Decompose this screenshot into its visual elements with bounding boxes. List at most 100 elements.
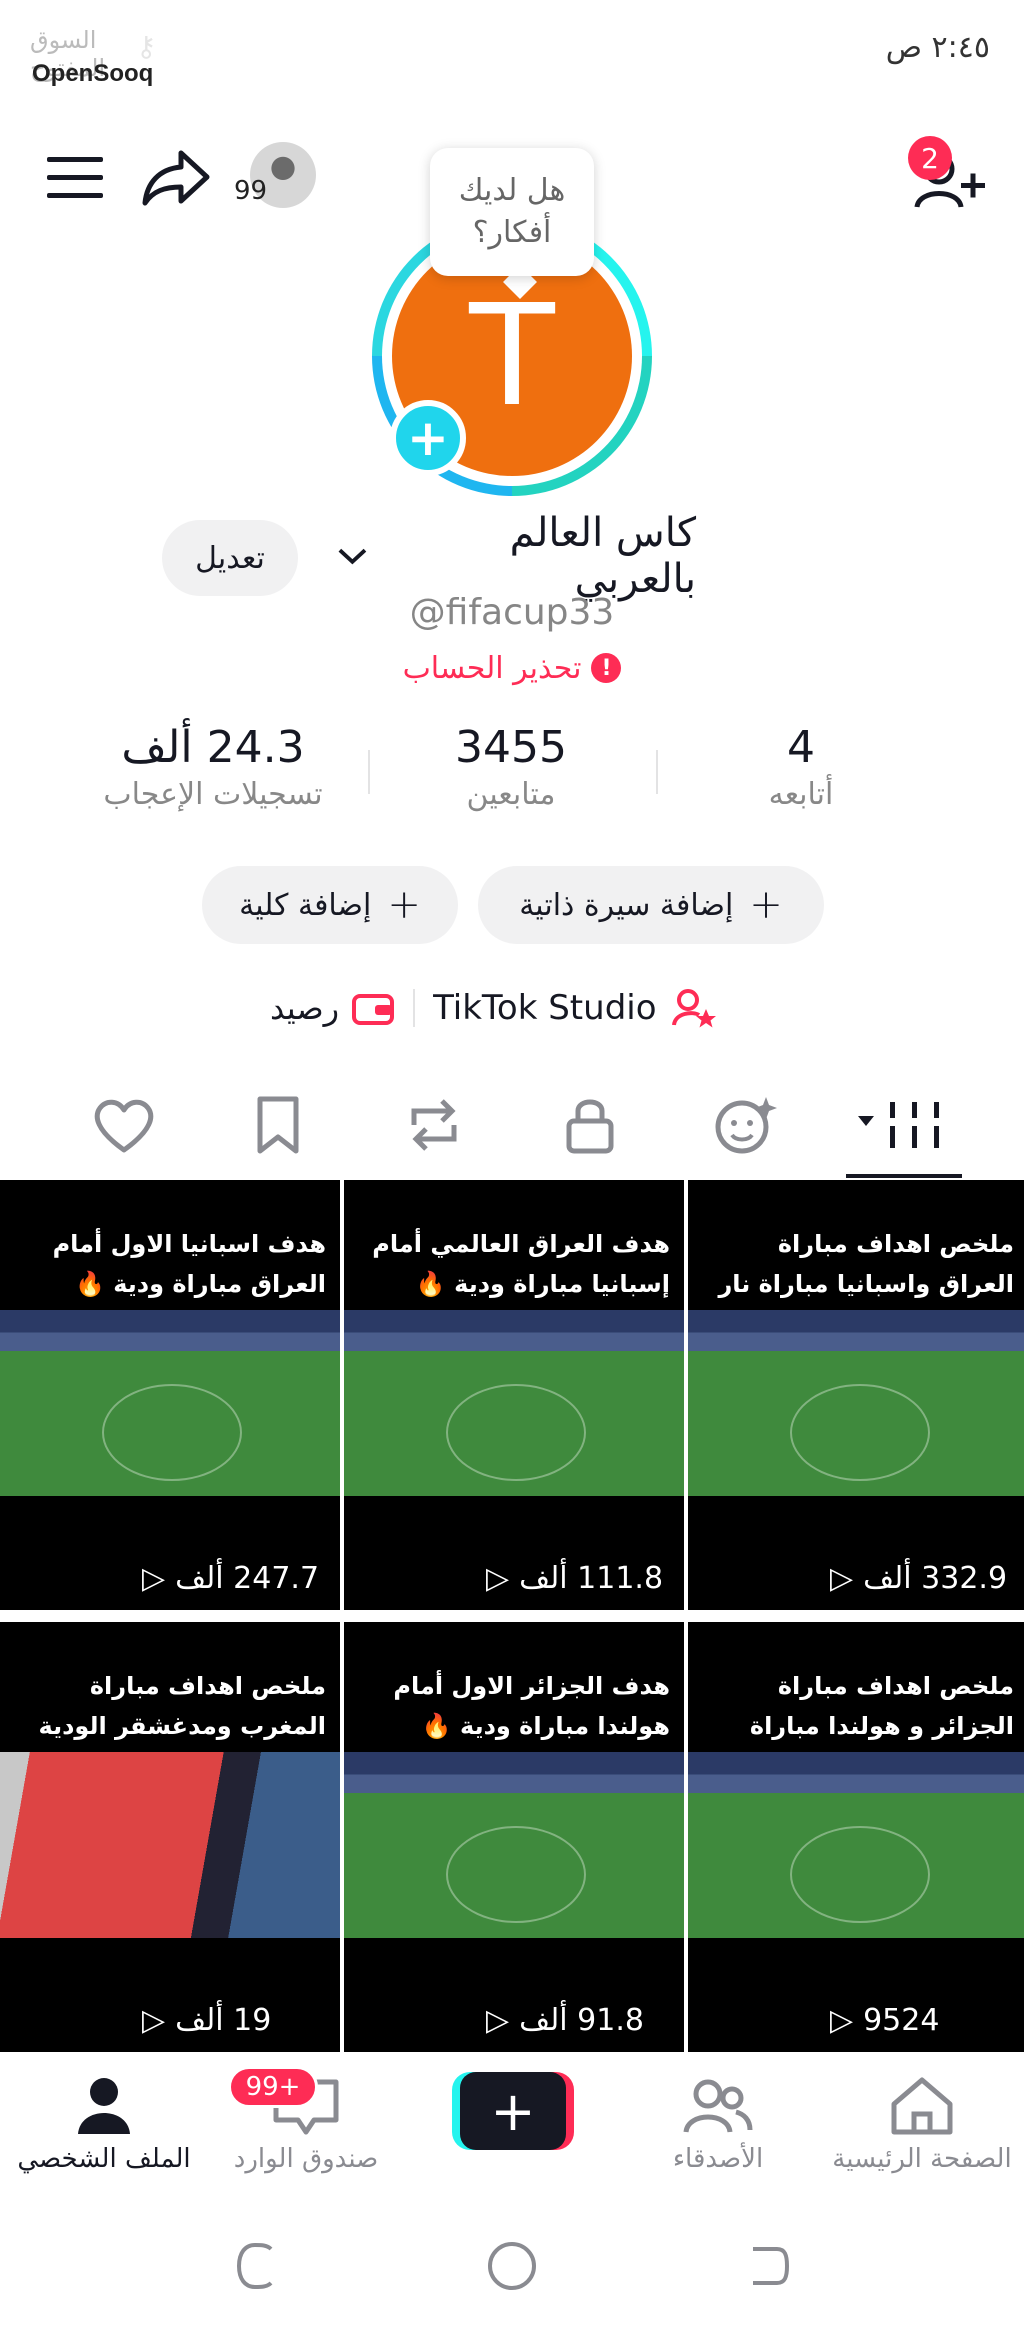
- notification-badge: 2: [908, 136, 952, 180]
- video-tile[interactable]: ملخص اهداف مباراة العراق واسبانيا مباراة…: [688, 1180, 1024, 1610]
- likes-label: تسجيلات الإعجاب: [103, 777, 323, 812]
- following-count: 4: [787, 722, 815, 773]
- stat-divider: [368, 750, 370, 794]
- tab-ai-self[interactable]: [706, 1090, 786, 1160]
- nav-profile-label: الملف الشخصي: [17, 2144, 191, 2174]
- add-bio-button[interactable]: + إضافة سيرة ذاتية: [478, 866, 824, 944]
- warning-icon: !: [591, 653, 622, 683]
- play-icon: ▷: [486, 1561, 510, 1596]
- circle-icon: [488, 2242, 536, 2290]
- nav-friends[interactable]: الأصدقاء: [618, 2076, 818, 2174]
- friends-icon: [683, 2079, 753, 2133]
- tiktok-studio-button[interactable]: TikTok Studio: [433, 987, 716, 1029]
- share-profile-button[interactable]: [138, 142, 214, 212]
- repost-icon: [411, 1099, 457, 1151]
- account-switcher[interactable]: كاس العالم بالعربي: [336, 510, 696, 602]
- watermark-brand: OpenSooq: [32, 60, 154, 87]
- play-icon: ▷: [830, 2003, 854, 2038]
- wallet-icon: [352, 994, 395, 1025]
- following-label: أتابعه: [768, 777, 834, 812]
- video-thumbnail: [0, 1752, 340, 1938]
- video-thumbnail: [688, 1752, 1024, 1938]
- profile-icon: [78, 2078, 130, 2134]
- plus-icon: +: [460, 2072, 566, 2150]
- play-icon: ▷: [142, 1561, 166, 1596]
- video-tile[interactable]: ملخص اهداف مباراة الجزائر و هولندا مبارا…: [688, 1622, 1024, 2052]
- view-count-value: 111.8 ألف: [519, 1561, 664, 1596]
- view-count-value: 332.9 ألف: [863, 1561, 1008, 1596]
- tab-videos[interactable]: [842, 1090, 966, 1160]
- plus-icon: +: [749, 882, 783, 928]
- video-title: ملخص اهداف مباراة المغرب ومدغشقر الودية: [38, 1672, 326, 1740]
- menu-button[interactable]: [40, 150, 110, 206]
- studio-row: رصيد TikTok Studio: [270, 980, 760, 1036]
- video-thumbnail: [688, 1310, 1024, 1496]
- edit-profile-button[interactable]: تعديل: [162, 520, 298, 596]
- home-system-button[interactable]: [482, 2236, 542, 2296]
- warning-text: تحذير الحساب: [402, 650, 582, 686]
- watermark: السوق المفتوح OpenSooq: [24, 22, 174, 94]
- view-count-value: 19 ألف: [175, 2003, 272, 2038]
- grid-columns-icon: [858, 1102, 939, 1148]
- home-icon: [891, 2077, 953, 2135]
- add-story-button[interactable]: +: [390, 400, 466, 476]
- chevron-down-icon: [338, 548, 367, 565]
- tab-liked[interactable]: [84, 1090, 164, 1160]
- tab-private[interactable]: [550, 1090, 630, 1160]
- video-thumbnail: [0, 1310, 340, 1496]
- video-tile[interactable]: هدف العراق العالمي أمام إسبانيا مباراة و…: [344, 1180, 684, 1610]
- video-tile[interactable]: هدف الجزائر الاول أمام هولندا مباراة ودي…: [344, 1622, 684, 2052]
- likes-stat[interactable]: 24.3 ألف تسجيلات الإعجاب: [98, 722, 328, 812]
- view-count-value: 247.7 ألف: [175, 1561, 320, 1596]
- balance-label: رصيد: [270, 989, 340, 1027]
- video-title: هدف العراق العالمي أمام إسبانيا مباراة و…: [372, 1230, 670, 1298]
- profile-handle: @fifacup33: [409, 592, 615, 633]
- add-college-button[interactable]: + إضافة كلية: [202, 866, 458, 944]
- video-thumbnail: [344, 1310, 684, 1496]
- followers-stat[interactable]: 3455 متابعين: [396, 722, 626, 812]
- view-count: ▷ 247.7 ألف: [142, 1561, 319, 1596]
- video-thumbnail: [344, 1752, 684, 1938]
- hamburger-icon: [47, 157, 103, 198]
- active-tab-indicator: [846, 1174, 962, 1178]
- view-count: ▷ 91.8 ألف: [486, 2003, 644, 2038]
- video-tile[interactable]: ملخص اهداف مباراة المغرب ومدغشقر الودية …: [0, 1622, 340, 2052]
- creator-star-icon: [671, 989, 716, 1028]
- share-arrow-icon: [142, 150, 210, 206]
- view-count: ▷ 9524: [830, 2003, 939, 2038]
- visitor-count: 99: [234, 176, 268, 206]
- add-college-label: إضافة كلية: [239, 887, 372, 923]
- video-tile[interactable]: هدف اسبانيا الاول أمام العراق مباراة ودي…: [0, 1180, 340, 1610]
- view-count-value: 9524: [863, 2003, 940, 2038]
- account-warning[interactable]: ! تحذير الحساب: [380, 646, 644, 690]
- plus-icon: +: [387, 882, 421, 928]
- balance-button[interactable]: رصيد: [270, 989, 395, 1027]
- view-count: ▷ 19 ألف: [142, 2003, 271, 2038]
- video-title: هدف اسبانيا الاول أمام العراق مباراة ودي…: [52, 1230, 326, 1298]
- video-title: هدف الجزائر الاول أمام هولندا مباراة ودي…: [393, 1672, 670, 1740]
- create-button[interactable]: +: [452, 2072, 574, 2150]
- ideas-bubble[interactable]: هل لديك أفكار؟: [430, 148, 594, 276]
- following-stat[interactable]: 4 أتابعه: [686, 722, 916, 812]
- smile-sparkle-icon: [715, 1097, 777, 1154]
- view-count: ▷ 111.8 ألف: [486, 1561, 663, 1596]
- nav-inbox-label: صندوق الوارد: [233, 2144, 379, 2174]
- heart-icon: [94, 1099, 154, 1153]
- studio-label: TikTok Studio: [433, 988, 657, 1028]
- recent-apps-button[interactable]: [228, 2236, 288, 2296]
- stat-divider: [656, 750, 658, 794]
- tab-reposts[interactable]: [394, 1090, 474, 1160]
- nav-home-label: الصفحة الرئيسية: [832, 2144, 1012, 2174]
- add-bio-label: إضافة سيرة ذاتية: [519, 887, 734, 923]
- profile-name: كاس العالم بالعربي: [509, 510, 696, 602]
- nav-home[interactable]: الصفحة الرئيسية: [822, 2076, 1022, 2174]
- followers-label: متابعين: [466, 777, 556, 812]
- row-separator: [413, 989, 416, 1027]
- back-system-button[interactable]: [736, 2236, 796, 2296]
- nav-profile[interactable]: الملف الشخصي: [4, 2076, 204, 2174]
- profile-visitors-button[interactable]: 99: [230, 140, 320, 220]
- nav-friends-label: الأصدقاء: [672, 2144, 764, 2174]
- tab-saved[interactable]: [238, 1090, 318, 1160]
- inbox-badge: 99+: [228, 2066, 318, 2108]
- status-time: ٢:٤٥ ص: [885, 30, 990, 65]
